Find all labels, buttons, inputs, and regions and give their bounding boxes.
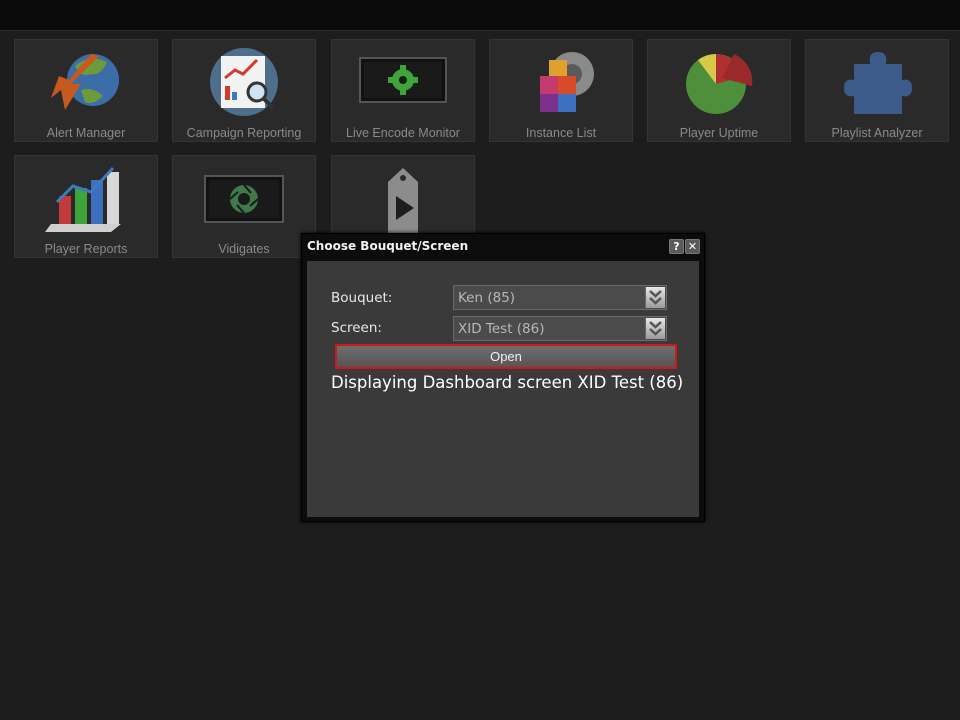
- report-magnifier-icon: [199, 46, 289, 118]
- dialog-title: Choose Bouquet/Screen: [307, 239, 469, 253]
- top-bar: [0, 0, 960, 31]
- tile-alert-manager[interactable]: Alert Manager: [14, 39, 158, 142]
- tile-label: Player Uptime: [679, 126, 759, 140]
- pie-chart-icon: [674, 46, 764, 118]
- close-button[interactable]: ✕: [685, 239, 700, 254]
- tile-label: Campaign Reporting: [186, 126, 302, 140]
- tile-label: Playlist Analyzer: [831, 126, 923, 140]
- tile-playlist-analyzer[interactable]: Playlist Analyzer: [805, 39, 949, 142]
- bouquet-select[interactable]: Ken (85): [453, 285, 667, 310]
- tile-player-uptime[interactable]: Player Uptime: [647, 39, 791, 142]
- tile-vidigates[interactable]: Vidigates: [172, 155, 316, 258]
- tile-player-reports[interactable]: Player Reports: [14, 155, 158, 258]
- tile-label: Player Reports: [44, 242, 128, 256]
- monitor-gear-icon: [358, 46, 448, 118]
- monitor-shutter-icon: [199, 162, 289, 234]
- tile-label: Live Encode Monitor: [346, 126, 460, 140]
- dialog-titlebar[interactable]: Choose Bouquet/Screen ? ✕: [302, 234, 704, 260]
- globe-arrow-icon: [41, 46, 131, 118]
- screen-value: XID Test (86): [458, 321, 545, 337]
- bouquet-label: Bouquet:: [331, 290, 393, 306]
- tile-label: Alert Manager: [46, 126, 126, 140]
- open-button[interactable]: Open: [335, 344, 677, 369]
- tile-campaign-reporting[interactable]: Campaign Reporting: [172, 39, 316, 142]
- tile-instance-list[interactable]: Instance List: [489, 39, 633, 142]
- screen-label: Screen:: [331, 320, 382, 336]
- choose-bouquet-dialog: Choose Bouquet/Screen ? ✕ Bouquet: Ken (…: [301, 233, 705, 522]
- screen-select[interactable]: XID Test (86): [453, 316, 667, 341]
- tile-label: Instance List: [525, 126, 597, 140]
- bouquet-value: Ken (85): [458, 290, 516, 306]
- chevron-down-icon[interactable]: [645, 287, 665, 308]
- tag-play-icon: [358, 162, 448, 234]
- puzzle-piece-icon: [832, 46, 922, 118]
- bar-chart-icon: [41, 162, 131, 234]
- cubes-gear-icon: [516, 46, 606, 118]
- help-button[interactable]: ?: [669, 239, 684, 254]
- chevron-down-icon[interactable]: [645, 318, 665, 339]
- dialog-body: Bouquet: Ken (85) Screen: XID Test (86) …: [307, 261, 699, 517]
- status-text: Displaying Dashboard screen XID Test (86…: [331, 373, 684, 392]
- tile-label: Vidigates: [218, 242, 270, 256]
- tile-live-encode-monitor[interactable]: Live Encode Monitor: [331, 39, 475, 142]
